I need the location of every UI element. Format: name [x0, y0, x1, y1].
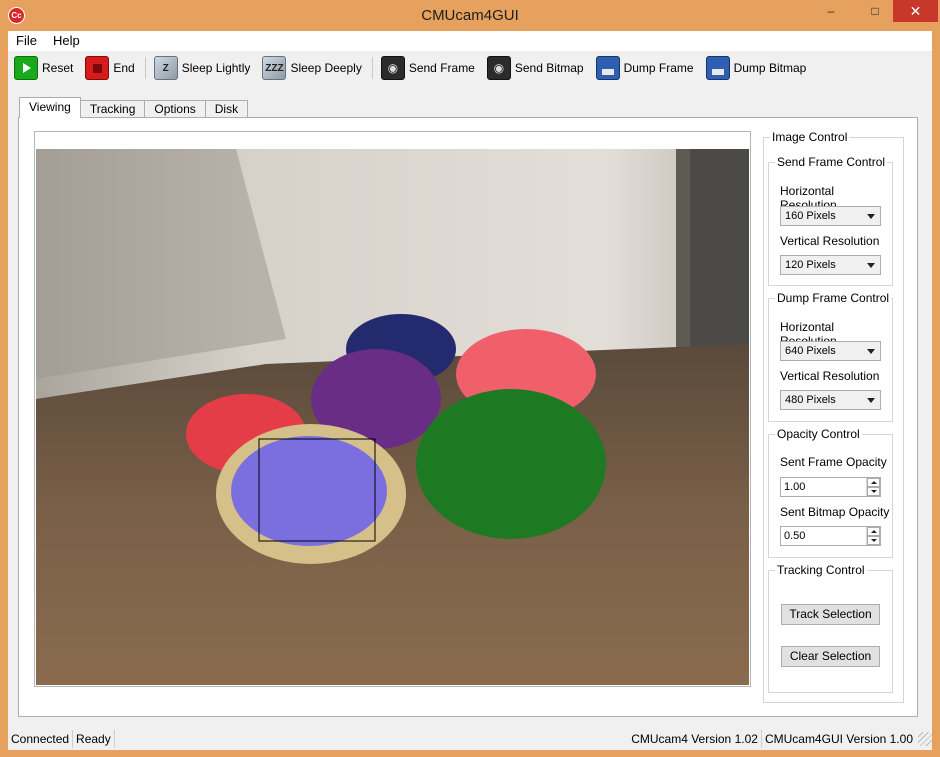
reset-button[interactable]: Reset [14, 55, 73, 81]
sd-card-icon [705, 56, 730, 80]
send-bitmap-label: Send Bitmap [514, 61, 584, 75]
sent-frame-opacity-label: Sent Frame Opacity [780, 455, 887, 469]
ready-status: Ready [73, 730, 115, 748]
camera-frame-image[interactable] [36, 149, 749, 685]
window-title: CMUcam4GUI [421, 7, 519, 24]
send-horizontal-dropdown[interactable]: 160 Pixels [780, 206, 881, 226]
play-icon [14, 56, 38, 80]
increment-arrow-icon[interactable] [867, 527, 880, 536]
dump-frame-label: Dump Frame [623, 61, 694, 75]
sent-frame-opacity-value: 1.00 [784, 481, 806, 493]
chevron-down-icon [867, 349, 875, 354]
stop-icon [85, 56, 110, 80]
menu-help[interactable]: Help [45, 31, 88, 51]
chevron-down-icon [867, 263, 875, 268]
end-button[interactable]: End [85, 55, 135, 81]
chevron-down-icon [867, 214, 875, 219]
send-bitmap-button[interactable]: ◉ Send Bitmap [486, 55, 584, 81]
resize-grip[interactable] [918, 732, 932, 746]
viewing-panel: Image Control Send Frame Control Horizon… [18, 117, 918, 717]
gui-version: CMUcam4GUI Version 1.00 [764, 732, 913, 746]
dump-vertical-label: Vertical Resolution [780, 369, 880, 383]
tab-strip: Viewing Tracking Options Disk [19, 97, 249, 118]
send-vertical-value: 120 Pixels [785, 259, 836, 271]
send-frame-button[interactable]: ◉ Send Frame [380, 55, 475, 81]
opacity-control-title: Opacity Control [775, 427, 862, 441]
sleep-lightly-label: Sleep Lightly [181, 61, 251, 75]
clear-selection-button[interactable]: Clear Selection [781, 646, 880, 667]
dump-frame-button[interactable]: Dump Frame [595, 55, 694, 81]
sleep-deep-icon: ZZZ [262, 56, 287, 80]
menu-bar: File Help [8, 31, 932, 51]
toolbar: Reset End Z Sleep Lightly ZZZ Sleep Deep… [8, 53, 932, 83]
maximize-button[interactable]: □ [862, 0, 888, 22]
frame-viewer [34, 131, 751, 687]
tab-viewing[interactable]: Viewing [19, 97, 81, 118]
send-vertical-dropdown[interactable]: 120 Pixels [780, 255, 881, 275]
dump-bitmap-button[interactable]: Dump Bitmap [705, 55, 807, 81]
tab-options[interactable]: Options [144, 100, 206, 118]
sleep-light-icon: Z [153, 56, 178, 80]
toolbar-separator [371, 57, 373, 79]
dump-vertical-value: 480 Pixels [785, 394, 836, 406]
sent-frame-opacity-stepper[interactable]: 1.00 [780, 477, 881, 497]
chevron-down-icon [867, 398, 875, 403]
opacity-control-group: Opacity Control Sent Frame Opacity 1.00 … [768, 427, 893, 558]
end-label: End [113, 61, 135, 75]
track-selection-button[interactable]: Track Selection [781, 604, 880, 625]
close-button[interactable]: ✕ [893, 0, 938, 22]
app-window: Cc CMUcam4GUI – □ ✕ File Help Reset End … [0, 0, 940, 757]
sd-card-icon [595, 56, 620, 80]
camera-icon: ◉ [486, 56, 511, 80]
cmucam-version: CMUcam4 Version 1.02 [628, 730, 762, 748]
client-area: File Help Reset End Z Sleep Lightly ZZZ … [8, 31, 932, 750]
image-control-group: Image Control Send Frame Control Horizon… [763, 130, 904, 703]
sent-bitmap-opacity-label: Sent Bitmap Opacity [780, 505, 890, 519]
minimize-button[interactable]: – [818, 0, 844, 22]
camera-icon: ◉ [380, 56, 405, 80]
image-control-title: Image Control [770, 130, 850, 144]
tab-disk[interactable]: Disk [204, 100, 249, 118]
tracking-control-title: Tracking Control [775, 563, 867, 577]
dump-frame-control-title: Dump Frame Control [775, 291, 892, 305]
stepper-buttons [866, 478, 880, 496]
title-bar[interactable]: Cc CMUcam4GUI – □ ✕ [0, 0, 940, 31]
dump-bitmap-label: Dump Bitmap [733, 61, 807, 75]
dump-horizontal-value: 640 Pixels [785, 345, 836, 357]
menu-file[interactable]: File [8, 31, 45, 51]
toolbar-separator [144, 57, 146, 79]
send-horizontal-value: 160 Pixels [785, 210, 836, 222]
sleep-lightly-button[interactable]: Z Sleep Lightly [153, 55, 251, 81]
decrement-arrow-icon[interactable] [867, 487, 880, 496]
tab-tracking[interactable]: Tracking [79, 100, 146, 118]
stepper-buttons [866, 527, 880, 545]
camera-scene [36, 149, 749, 685]
send-frame-control-group: Send Frame Control Horizontal Resolution… [768, 155, 893, 286]
dump-frame-control-group: Dump Frame Control Horizontal Resolution… [768, 291, 893, 422]
dump-horizontal-dropdown[interactable]: 640 Pixels [780, 341, 881, 361]
connection-status: Connected [8, 730, 74, 748]
dump-vertical-dropdown[interactable]: 480 Pixels [780, 390, 881, 410]
decrement-arrow-icon[interactable] [867, 536, 880, 545]
send-frame-label: Send Frame [408, 61, 475, 75]
sleep-deeply-label: Sleep Deeply [290, 61, 362, 75]
sent-bitmap-opacity-value: 0.50 [784, 530, 806, 542]
reset-label: Reset [42, 61, 74, 75]
status-bar: Connected Ready CMUcam4 Version 1.02 CMU… [8, 728, 932, 750]
sent-bitmap-opacity-stepper[interactable]: 0.50 [780, 526, 881, 546]
tracking-control-group: Tracking Control Track Selection Clear S… [768, 563, 893, 693]
sleep-deeply-button[interactable]: ZZZ Sleep Deeply [262, 55, 362, 81]
send-frame-control-title: Send Frame Control [775, 155, 888, 169]
send-vertical-label: Vertical Resolution [780, 234, 880, 248]
increment-arrow-icon[interactable] [867, 478, 880, 487]
